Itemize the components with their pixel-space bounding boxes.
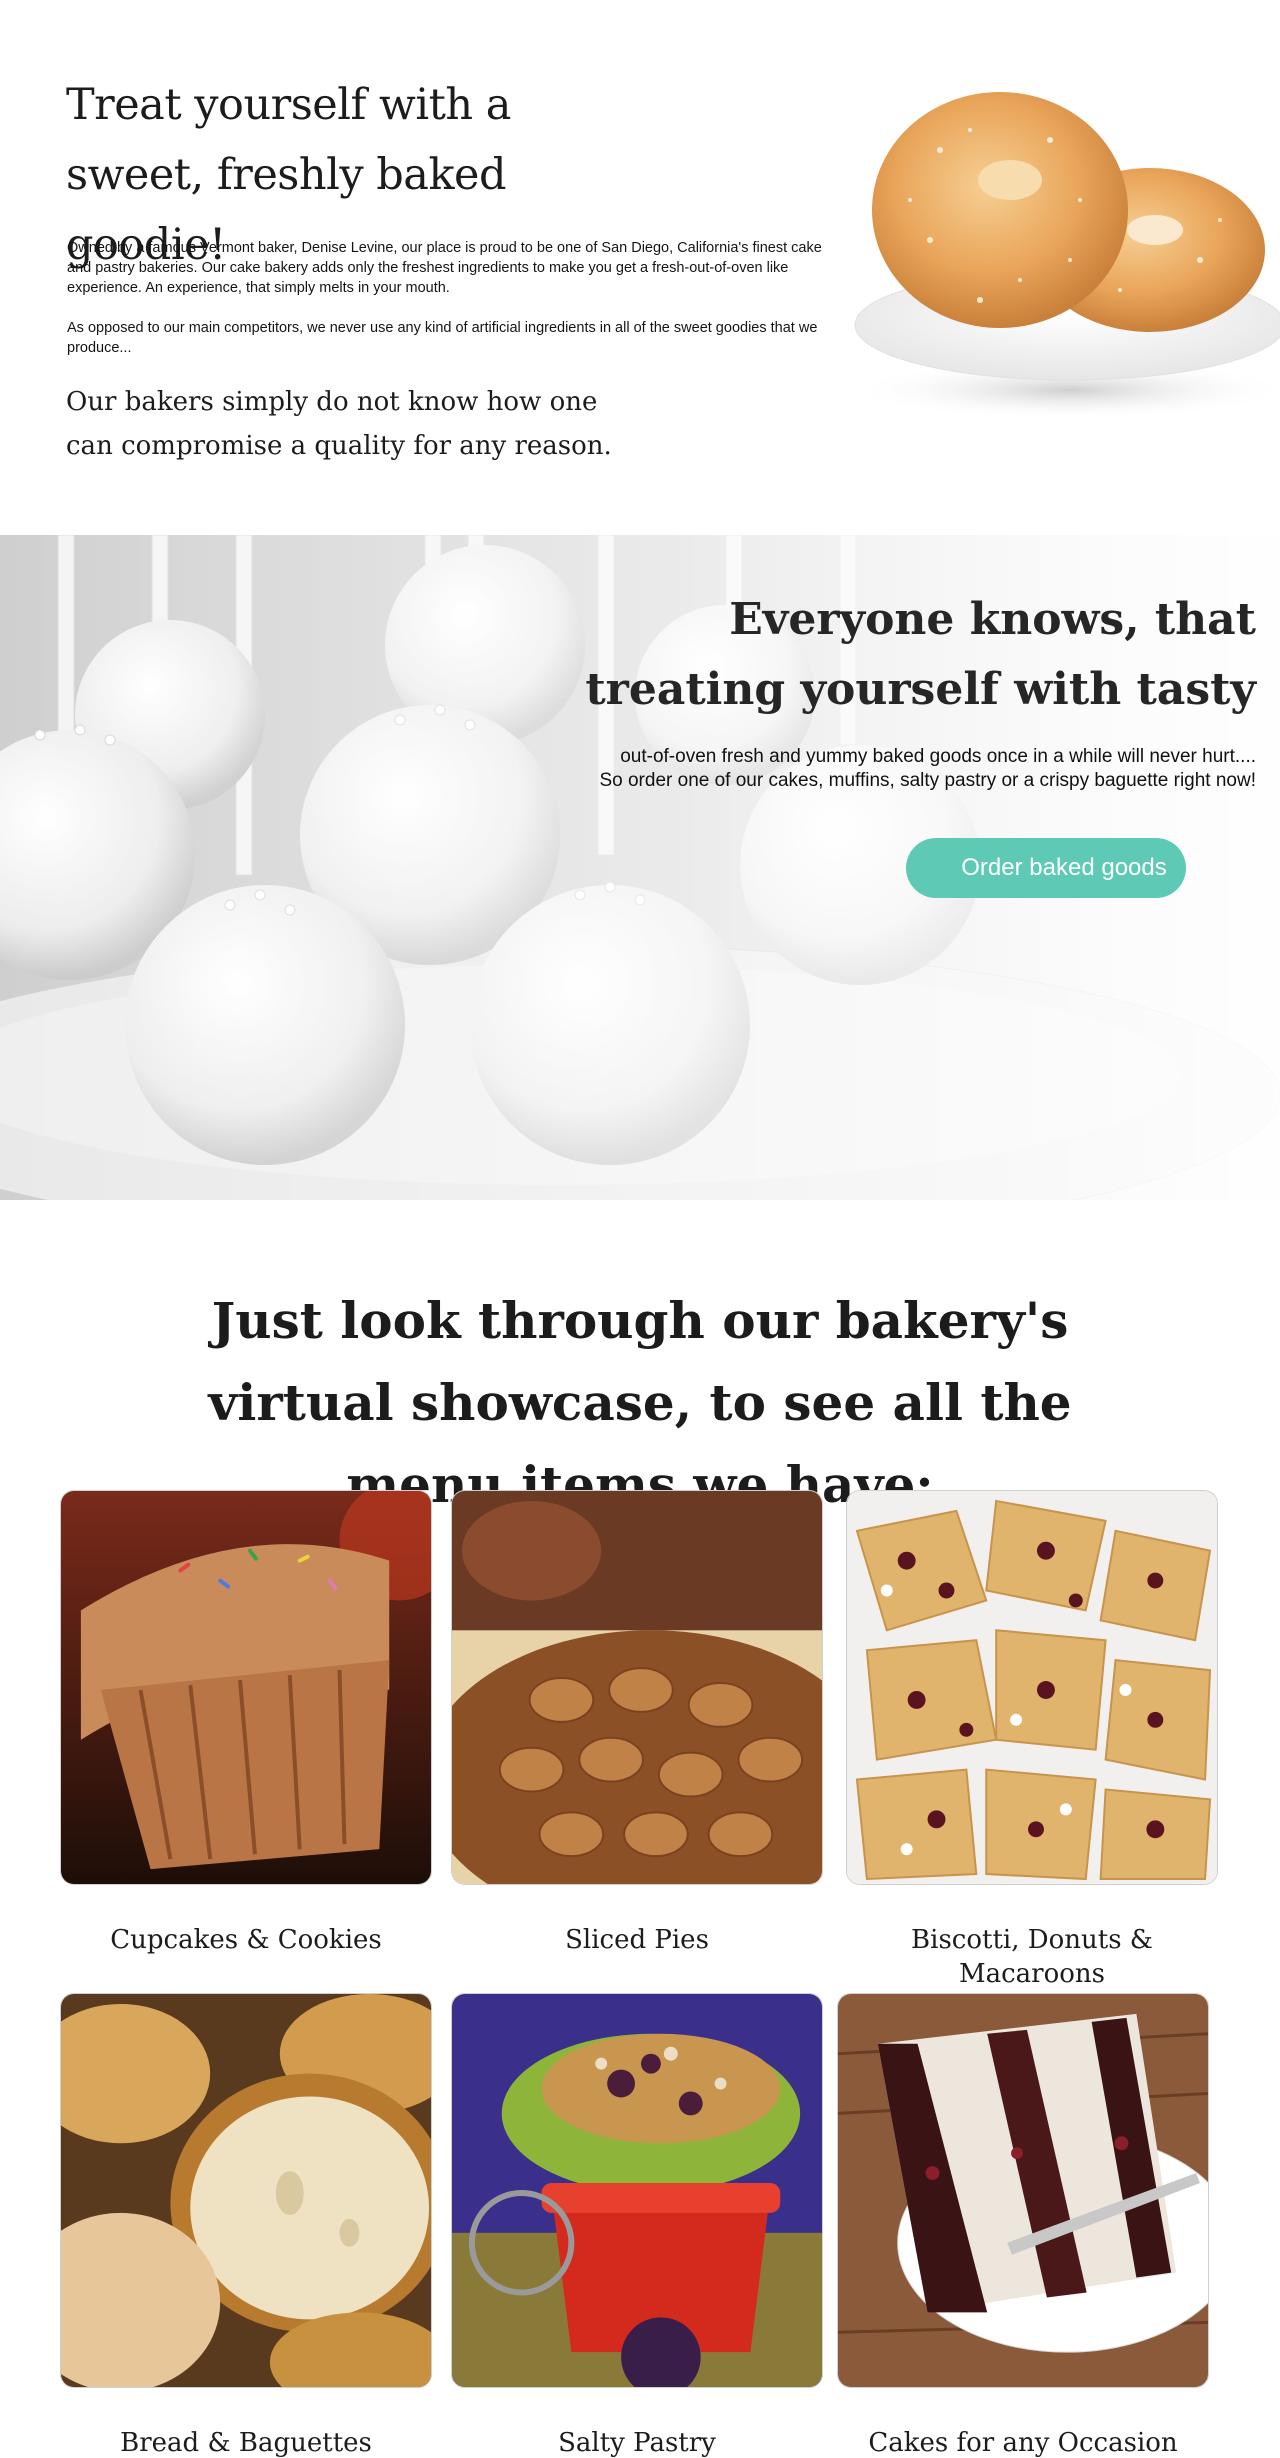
menu-item-biscotti[interactable]: Biscotti, Donuts & Macaroons bbox=[846, 1490, 1218, 1991]
hero-title: Everyone knows, that treating yourself w… bbox=[585, 594, 1256, 715]
menu-item-cupcakes[interactable]: Cupcakes & Cookies bbox=[60, 1490, 432, 1957]
intro-section: Treat yourself with a sweet, freshly bak… bbox=[0, 0, 1280, 535]
menu-item-label[interactable]: Sliced Pies bbox=[451, 1923, 823, 1957]
menu-item-label[interactable]: Biscotti, Donuts & Macaroons bbox=[846, 1923, 1218, 1991]
cake-slice-image[interactable] bbox=[837, 1993, 1209, 2388]
intro-paragraph-1: Owned by a famous Vermont baker, Denise … bbox=[67, 240, 822, 296]
intro-quote: Our bakers simply do not know how one ca… bbox=[66, 387, 612, 461]
menu-item-cakes[interactable]: Cakes for any Occasion bbox=[837, 1993, 1209, 2458]
bread-image[interactable] bbox=[60, 1993, 432, 2388]
cupcake-image[interactable] bbox=[60, 1490, 432, 1885]
sugar-donuts-image bbox=[850, 92, 1280, 420]
hero-banner: Everyone knows, that treating yourself w… bbox=[0, 535, 1280, 1200]
menu-item-bread[interactable]: Bread & Baguettes bbox=[60, 1993, 432, 2458]
hero-text: out-of-oven fresh and yummy baked goods … bbox=[536, 745, 1256, 793]
salty-pastry-image[interactable] bbox=[451, 1993, 823, 2388]
menu-item-pies[interactable]: Sliced Pies bbox=[451, 1490, 823, 1957]
menu-item-salty-pastry[interactable]: Salty Pastry bbox=[451, 1993, 823, 2458]
menu-item-label[interactable]: Cakes for any Occasion bbox=[837, 2426, 1209, 2458]
biscotti-image[interactable] bbox=[846, 1490, 1218, 1885]
intro-paragraph-2: As opposed to our main competitors, we n… bbox=[67, 320, 818, 356]
menu-item-label[interactable]: Salty Pastry bbox=[451, 2426, 823, 2458]
hero-text-line-2: So order one of our cakes, muffins, salt… bbox=[599, 770, 1256, 791]
menu-item-label[interactable]: Cupcakes & Cookies bbox=[60, 1923, 432, 1957]
menu-item-label[interactable]: Bread & Baguettes bbox=[60, 2426, 432, 2458]
pie-image[interactable] bbox=[451, 1490, 823, 1885]
order-baked-goods-button[interactable]: Order baked goods bbox=[906, 838, 1186, 898]
hero-text-line-1: out-of-oven fresh and yummy baked goods … bbox=[620, 746, 1256, 767]
